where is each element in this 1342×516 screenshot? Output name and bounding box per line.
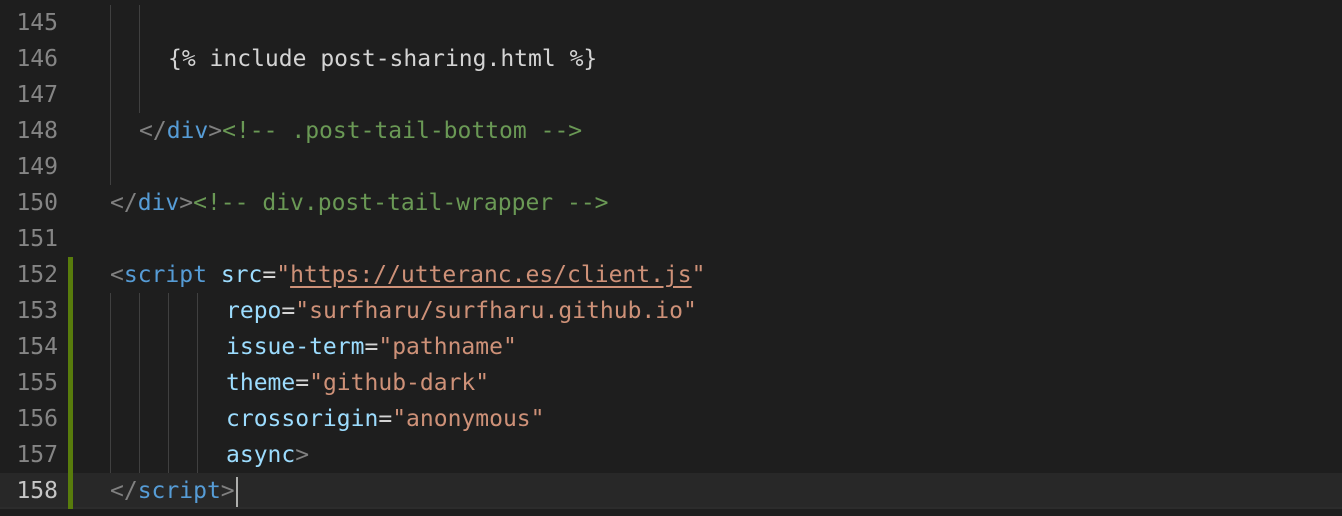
line-number: 146 [16,46,58,72]
code-line[interactable]: 156 crossorigin="anonymous" [0,401,1342,437]
indent-guide [139,365,140,401]
modified-line-indicator [68,293,73,329]
script-close-tag: </script> [110,473,238,509]
modified-line-indicator [68,473,73,509]
line-number: 155 [16,370,58,396]
code-line[interactable]: 148 </div><!-- .post-tail-bottom --> [0,113,1342,149]
attribute-name: src [220,262,263,288]
line-number: 153 [16,298,58,324]
html-comment: <!-- div.post-tail-wrapper --> [193,190,609,216]
indent-guide [168,329,169,365]
indent-guide [139,77,140,113]
script-attribute: crossorigin="anonymous" [226,406,545,432]
indent-guide [139,5,140,41]
code-line[interactable]: 152 <script src="https://utteranc.es/cli… [0,257,1342,293]
code-line[interactable]: 155 theme="github-dark" [0,365,1342,401]
line-number: 157 [16,442,58,468]
modified-line-indicator [68,329,73,365]
indent-guide [197,437,198,473]
indent-guide [110,401,111,437]
html-comment: <!-- .post-tail-bottom --> [222,118,583,144]
indent-guide [110,113,111,149]
modified-line-indicator [68,365,73,401]
indent-guide [110,41,111,77]
indent-guide [110,5,111,41]
indent-guide [110,77,111,113]
script-src-link[interactable]: https://utteranc.es/client.js [290,262,692,288]
script-attribute: async> [226,442,310,468]
script-open-tag: <script src="https://utteranc.es/client.… [110,262,706,288]
line-number: 158 [16,478,58,504]
code-line[interactable]: 150 </div><!-- div.post-tail-wrapper --> [0,185,1342,221]
indent-guide [110,329,111,365]
code-line[interactable]: 145 [0,5,1342,41]
indent-guide [197,401,198,437]
line-number: 147 [16,82,58,108]
indent-guide [139,437,140,473]
indent-guide [197,329,198,365]
script-attribute: repo="surfharu/surfharu.github.io" [226,298,697,324]
code-line[interactable]: 153 repo="surfharu/surfharu.github.io" [0,293,1342,329]
indent-guide [197,293,198,329]
line-number: 149 [16,154,58,180]
code-line-current[interactable]: 158 </script> [0,473,1342,509]
code-editor[interactable]: 145 146 {% include post-sharing.html %} … [0,0,1342,516]
modified-line-indicator [68,401,73,437]
text-cursor [235,476,238,507]
closing-div-tag: </div><!-- .post-tail-bottom --> [139,118,583,144]
line-number: 152 [16,262,58,288]
code-line[interactable]: 149 [0,149,1342,185]
code-line[interactable]: 147 [0,77,1342,113]
script-attribute: theme="github-dark" [226,370,490,396]
indent-guide [168,365,169,401]
indent-guide [139,401,140,437]
indent-guide [110,437,111,473]
code-line[interactable]: 157 async> [0,437,1342,473]
indent-guide [110,365,111,401]
line-number: 150 [16,190,58,216]
code-line[interactable]: 146 {% include post-sharing.html %} [0,41,1342,77]
indent-guide [197,365,198,401]
indent-guide [139,293,140,329]
indent-guide [168,401,169,437]
indent-guide [168,437,169,473]
closing-div-tag: </div><!-- div.post-tail-wrapper --> [110,190,609,216]
line-number: 151 [16,226,58,252]
line-number: 148 [16,118,58,144]
code-line[interactable]: 151 [0,221,1342,257]
line-number: 156 [16,406,58,432]
line-number: 145 [16,10,58,36]
indent-guide [139,41,140,77]
indent-guide [168,293,169,329]
modified-line-indicator [68,257,73,293]
template-include-tag: {% include post-sharing.html %} [168,46,598,72]
line-number: 154 [16,334,58,360]
indent-guide [110,293,111,329]
code-line[interactable]: 154 issue-term="pathname" [0,329,1342,365]
indent-guide [139,329,140,365]
indent-guide [110,149,111,185]
modified-line-indicator [68,437,73,473]
script-attribute: issue-term="pathname" [226,334,517,360]
